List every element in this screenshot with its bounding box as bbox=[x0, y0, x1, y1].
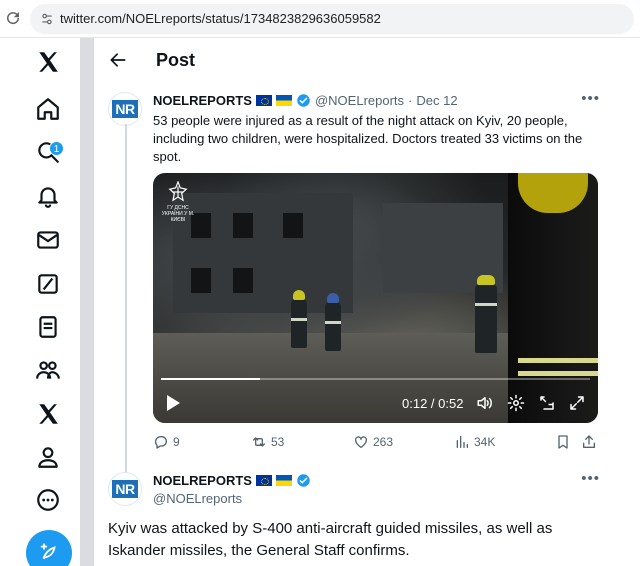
repost-button[interactable]: 53 bbox=[251, 434, 284, 450]
notifications-bell-icon[interactable] bbox=[30, 178, 66, 214]
reply-button[interactable]: 9 bbox=[153, 434, 180, 450]
site-info-icon[interactable] bbox=[40, 12, 54, 26]
share-icon bbox=[583, 435, 595, 448]
messages-envelope-icon[interactable] bbox=[30, 222, 66, 258]
emblem-caption: ГУ ДСНС УКРАЇНИ У М. КИЄВІ bbox=[161, 205, 195, 223]
author-name[interactable]: NOELREPORTS bbox=[153, 473, 252, 488]
author-name[interactable]: NOELREPORTS bbox=[153, 93, 252, 108]
more-menu-icon[interactable]: ••• bbox=[581, 90, 600, 107]
eu-flag-icon bbox=[255, 95, 272, 106]
tweet-author-row: NOELREPORTS bbox=[153, 473, 311, 488]
notification-count-badge: 1 bbox=[49, 141, 64, 156]
separator-dot: · bbox=[408, 93, 413, 108]
repost-icon bbox=[253, 437, 265, 447]
avatar-text: NR bbox=[112, 100, 138, 118]
video-firefighter-foreground bbox=[508, 173, 598, 423]
ukraine-flag-icon bbox=[275, 475, 292, 486]
x-logo-icon[interactable] bbox=[30, 44, 66, 80]
tweet-handle-row: @NOELreports bbox=[153, 491, 242, 506]
compose-post-button[interactable] bbox=[26, 530, 72, 566]
thread-line bbox=[125, 124, 127, 484]
tweet-author-row: NOELREPORTS @NOELreports · Dec 12 bbox=[153, 93, 458, 108]
back-arrow-icon[interactable] bbox=[108, 50, 128, 70]
video-helmet bbox=[518, 173, 588, 213]
rescue-star-icon bbox=[168, 180, 188, 202]
reply-icon bbox=[154, 436, 167, 449]
reply-count: 9 bbox=[173, 435, 180, 449]
tweet-text: Kyiv was attacked by S-400 anti-aircraft… bbox=[108, 520, 553, 559]
bookmark-icon bbox=[558, 435, 568, 449]
grok-icon[interactable] bbox=[30, 266, 66, 302]
author-handle[interactable]: @NOELreports bbox=[153, 491, 242, 506]
tweet-text: 53 people were injured as a result of th… bbox=[153, 113, 583, 164]
author-handle[interactable]: @NOELreports bbox=[315, 93, 404, 108]
ukraine-flag-icon bbox=[275, 95, 292, 106]
main-column: Post NR NOELREPORTS @NOELreports · Dec 1… bbox=[94, 38, 640, 566]
reload-icon[interactable] bbox=[4, 9, 22, 27]
video-building bbox=[173, 193, 353, 313]
video-firefighter bbox=[475, 275, 497, 353]
view-count: 34K bbox=[474, 435, 496, 449]
volume-icon[interactable] bbox=[476, 394, 494, 412]
video-window bbox=[233, 213, 253, 238]
video-player[interactable]: ГУ ДСНС УКРАЇНИ У М. КИЄВІ 0:12 / 0:52 bbox=[153, 173, 598, 423]
share-button[interactable] bbox=[581, 434, 601, 450]
url-field[interactable]: twitter.com/NOELreports/status/173482382… bbox=[30, 4, 634, 34]
play-icon[interactable] bbox=[165, 394, 181, 412]
video-firefighter bbox=[325, 293, 341, 351]
feather-plus-icon bbox=[40, 543, 56, 560]
dsns-emblem: ГУ ДСНС УКРАЇНИ У М. КИЄВІ bbox=[161, 180, 195, 223]
pop-out-icon[interactable] bbox=[538, 394, 556, 412]
sidebar-nav bbox=[0, 38, 80, 566]
eu-flag-icon bbox=[255, 475, 272, 486]
tweet-actions: 9 53 263 34K bbox=[153, 434, 603, 454]
url-text: twitter.com/NOELreports/status/173482382… bbox=[60, 11, 381, 26]
verified-badge-icon bbox=[297, 474, 310, 487]
views-chart-icon bbox=[456, 436, 468, 448]
video-window bbox=[233, 268, 253, 293]
like-count: 263 bbox=[373, 435, 394, 449]
more-options-icon[interactable] bbox=[30, 482, 66, 518]
bookmark-button[interactable] bbox=[555, 434, 575, 450]
fullscreen-icon[interactable] bbox=[568, 394, 586, 412]
page-title: Post bbox=[156, 50, 196, 70]
video-firefighter bbox=[291, 290, 307, 348]
communities-icon[interactable] bbox=[30, 352, 66, 388]
settings-gear-icon[interactable] bbox=[507, 394, 525, 412]
avatar[interactable]: NR bbox=[108, 92, 142, 126]
tweet-date[interactable]: Dec 12 bbox=[416, 93, 457, 108]
verified-badge-icon bbox=[297, 94, 310, 107]
lists-icon[interactable] bbox=[30, 309, 66, 345]
heart-icon bbox=[355, 436, 367, 448]
video-window bbox=[283, 213, 303, 238]
browser-address-bar: twitter.com/NOELreports/status/173482382… bbox=[0, 0, 640, 38]
avatar[interactable]: NR bbox=[108, 472, 142, 506]
avatar-text: NR bbox=[112, 480, 138, 498]
like-button[interactable]: 263 bbox=[353, 434, 393, 450]
video-reflective-stripe bbox=[518, 371, 598, 376]
more-menu-icon[interactable]: ••• bbox=[581, 470, 600, 487]
scroll-gutter bbox=[80, 38, 94, 566]
video-progress-bar[interactable] bbox=[161, 378, 590, 380]
video-timecode: 0:12 / 0:52 bbox=[402, 396, 464, 411]
premium-x-icon[interactable] bbox=[30, 396, 66, 432]
video-reflective-stripe bbox=[518, 358, 598, 363]
repost-count: 53 bbox=[271, 435, 285, 449]
views-button[interactable]: 34K bbox=[454, 434, 495, 450]
video-progress-fill bbox=[161, 378, 260, 380]
profile-person-icon[interactable] bbox=[30, 439, 66, 475]
video-window bbox=[191, 268, 211, 293]
home-icon[interactable] bbox=[30, 91, 66, 127]
